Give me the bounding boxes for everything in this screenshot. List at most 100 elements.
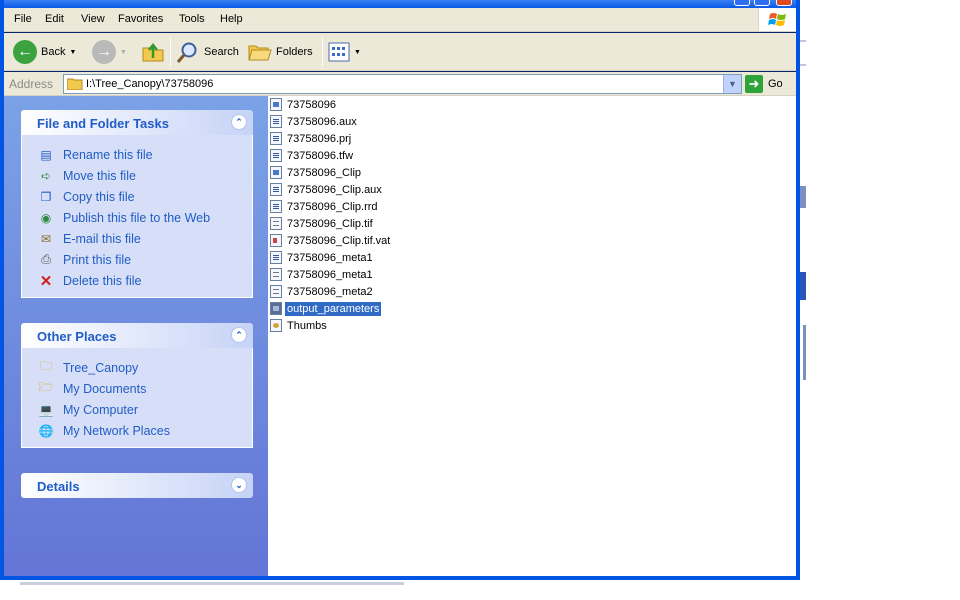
toolbar: ← Back ▼ → ▼ Search Folders ▼ [4, 33, 796, 71]
email-icon: ✉ [40, 231, 52, 246]
place-label: My Network Places [63, 423, 170, 438]
collapse-icon[interactable]: ⌃ [231, 327, 247, 343]
file-item[interactable]: 73758096_meta1 [270, 266, 375, 283]
address-label: Address [9, 77, 54, 91]
file-item[interactable]: 73758096_Clip [270, 164, 363, 181]
collapse-icon[interactable]: ⌃ [231, 114, 247, 130]
delete-file-link[interactable]: ✕ Delete this file [22, 270, 252, 291]
expand-icon[interactable]: ⌄ [231, 477, 247, 493]
file-name: Thumbs [287, 319, 327, 332]
menu-file[interactable]: File [14, 13, 32, 25]
move-file-link[interactable]: ➪ Move this file [22, 165, 252, 186]
file-name: 73758096_meta1 [287, 268, 373, 281]
menu-edit[interactable]: Edit [45, 13, 64, 25]
address-input[interactable]: I:\Tree_Canopy\73758096 ▼ [63, 74, 742, 94]
email-file-link[interactable]: ✉ E-mail this file [22, 228, 252, 249]
window-border[interactable] [0, 576, 800, 580]
print-file-link[interactable]: ⎙ Print this file [22, 249, 252, 270]
search-button[interactable]: Search [176, 39, 239, 65]
close-button[interactable] [776, 0, 792, 6]
folders-button[interactable]: Folders [248, 39, 313, 65]
toolbar-separator [170, 38, 171, 66]
file-item[interactable]: 73758096.prj [270, 130, 353, 147]
file-tasks-header[interactable]: File and Folder Tasks ⌃ [21, 110, 253, 135]
file-item-selected[interactable]: output_parameters [270, 300, 383, 317]
globe-icon: ◉ [40, 210, 52, 225]
folder-icon [67, 78, 83, 90]
file-name: 73758096.tfw [287, 149, 354, 162]
file-item[interactable]: Thumbs [270, 317, 329, 334]
network-icon: 🌐 [38, 423, 54, 438]
forward-button[interactable]: → ▼ [92, 39, 127, 65]
file-item[interactable]: 73758096.aux [270, 113, 359, 130]
file-name: 73758096_Clip.rrd [287, 200, 378, 213]
file-item[interactable]: 73758096_meta2 [270, 283, 375, 300]
back-button[interactable]: ← Back ▼ [13, 39, 76, 65]
file-item[interactable]: 73758096_Clip.tif.vat [270, 232, 392, 249]
task-label: Delete this file [63, 273, 142, 288]
data-file-icon [270, 302, 282, 315]
task-label: Move this file [63, 168, 136, 183]
details-title: Details [37, 479, 80, 494]
place-my-computer[interactable]: 💻 My Computer [22, 399, 252, 420]
file-item[interactable]: 73758096_Clip.tif [270, 215, 375, 232]
grid-file-icon [270, 183, 282, 196]
background-window-edge [800, 186, 806, 208]
pdf-file-icon [270, 234, 282, 247]
file-item[interactable]: 73758096_Clip.aux [270, 181, 384, 198]
other-places-panel: Other Places ⌃ 🗀 Tree_Canopy 🗁 My Document… [21, 323, 253, 448]
file-item[interactable]: 73758096 [270, 96, 338, 113]
rename-file-link[interactable]: ▤ Rename this file [22, 144, 252, 165]
forward-dropdown-icon[interactable]: ▼ [120, 49, 127, 56]
menu-view[interactable]: View [81, 13, 105, 25]
views-button[interactable]: ▼ [328, 39, 361, 65]
task-label: Rename this file [63, 147, 153, 162]
place-my-documents[interactable]: 🗁 My Documents [22, 378, 252, 399]
file-item[interactable]: 73758096.tfw [270, 147, 355, 164]
search-icon [176, 42, 197, 63]
maximize-button[interactable] [754, 0, 770, 6]
minimize-button[interactable] [734, 0, 750, 6]
place-label: My Documents [63, 381, 147, 396]
delete-icon: ✕ [39, 272, 53, 290]
menu-bar: File Edit View Favorites Tools Help [4, 8, 796, 32]
background-window-edge [800, 40, 806, 42]
go-button[interactable]: ➜ Go [745, 74, 783, 94]
file-name: 73758096_Clip.tif.vat [287, 234, 391, 247]
place-label: My Computer [63, 402, 139, 417]
file-item[interactable]: 73758096_Clip.rrd [270, 198, 380, 215]
grid-file-icon [270, 200, 282, 213]
file-name: 73758096.prj [287, 132, 352, 145]
publish-file-link[interactable]: ◉ Publish this file to the Web [22, 207, 252, 228]
address-value: I:\Tree_Canopy\73758096 [86, 78, 214, 90]
file-tasks-list: ▤ Rename this file ➪ Move this file ❐ Copy … [21, 135, 253, 298]
file-name: output_parameters [283, 300, 383, 317]
place-my-network[interactable]: 🌐 My Network Places [22, 420, 252, 441]
details-panel: Details ⌄ [21, 473, 253, 498]
image-file-icon [270, 166, 282, 179]
up-folder-button[interactable] [141, 39, 165, 65]
back-dropdown-icon[interactable]: ▼ [69, 49, 76, 56]
menu-favorites[interactable]: Favorites [118, 13, 163, 25]
task-pane: File and Folder Tasks ⌃ ▤ Rename this fil… [4, 96, 268, 576]
copy-file-link[interactable]: ❐ Copy this file [22, 186, 252, 207]
details-header[interactable]: Details ⌄ [21, 473, 253, 498]
address-bar: Address I:\Tree_Canopy\73758096 ▼ ➜ Go [4, 72, 796, 96]
grid-file-icon [270, 149, 282, 162]
other-places-header[interactable]: Other Places ⌃ [21, 323, 253, 348]
file-item[interactable]: 73758096_meta1 [270, 249, 375, 266]
file-name: 73758096.aux [287, 115, 357, 128]
grid-file-icon [270, 132, 282, 145]
text-file-icon [270, 268, 282, 281]
place-tree-canopy[interactable]: 🗀 Tree_Canopy [22, 357, 252, 378]
task-label: Print this file [63, 252, 132, 267]
menu-help[interactable]: Help [220, 13, 243, 25]
views-dropdown-icon[interactable]: ▼ [354, 49, 361, 56]
grid-file-icon [270, 251, 282, 264]
views-icon [328, 42, 350, 62]
file-name: 73758096_Clip [287, 166, 362, 179]
menu-tools[interactable]: Tools [179, 13, 205, 25]
window-border [0, 0, 4, 580]
folders-icon [248, 45, 272, 61]
address-dropdown-button[interactable]: ▼ [723, 75, 741, 93]
